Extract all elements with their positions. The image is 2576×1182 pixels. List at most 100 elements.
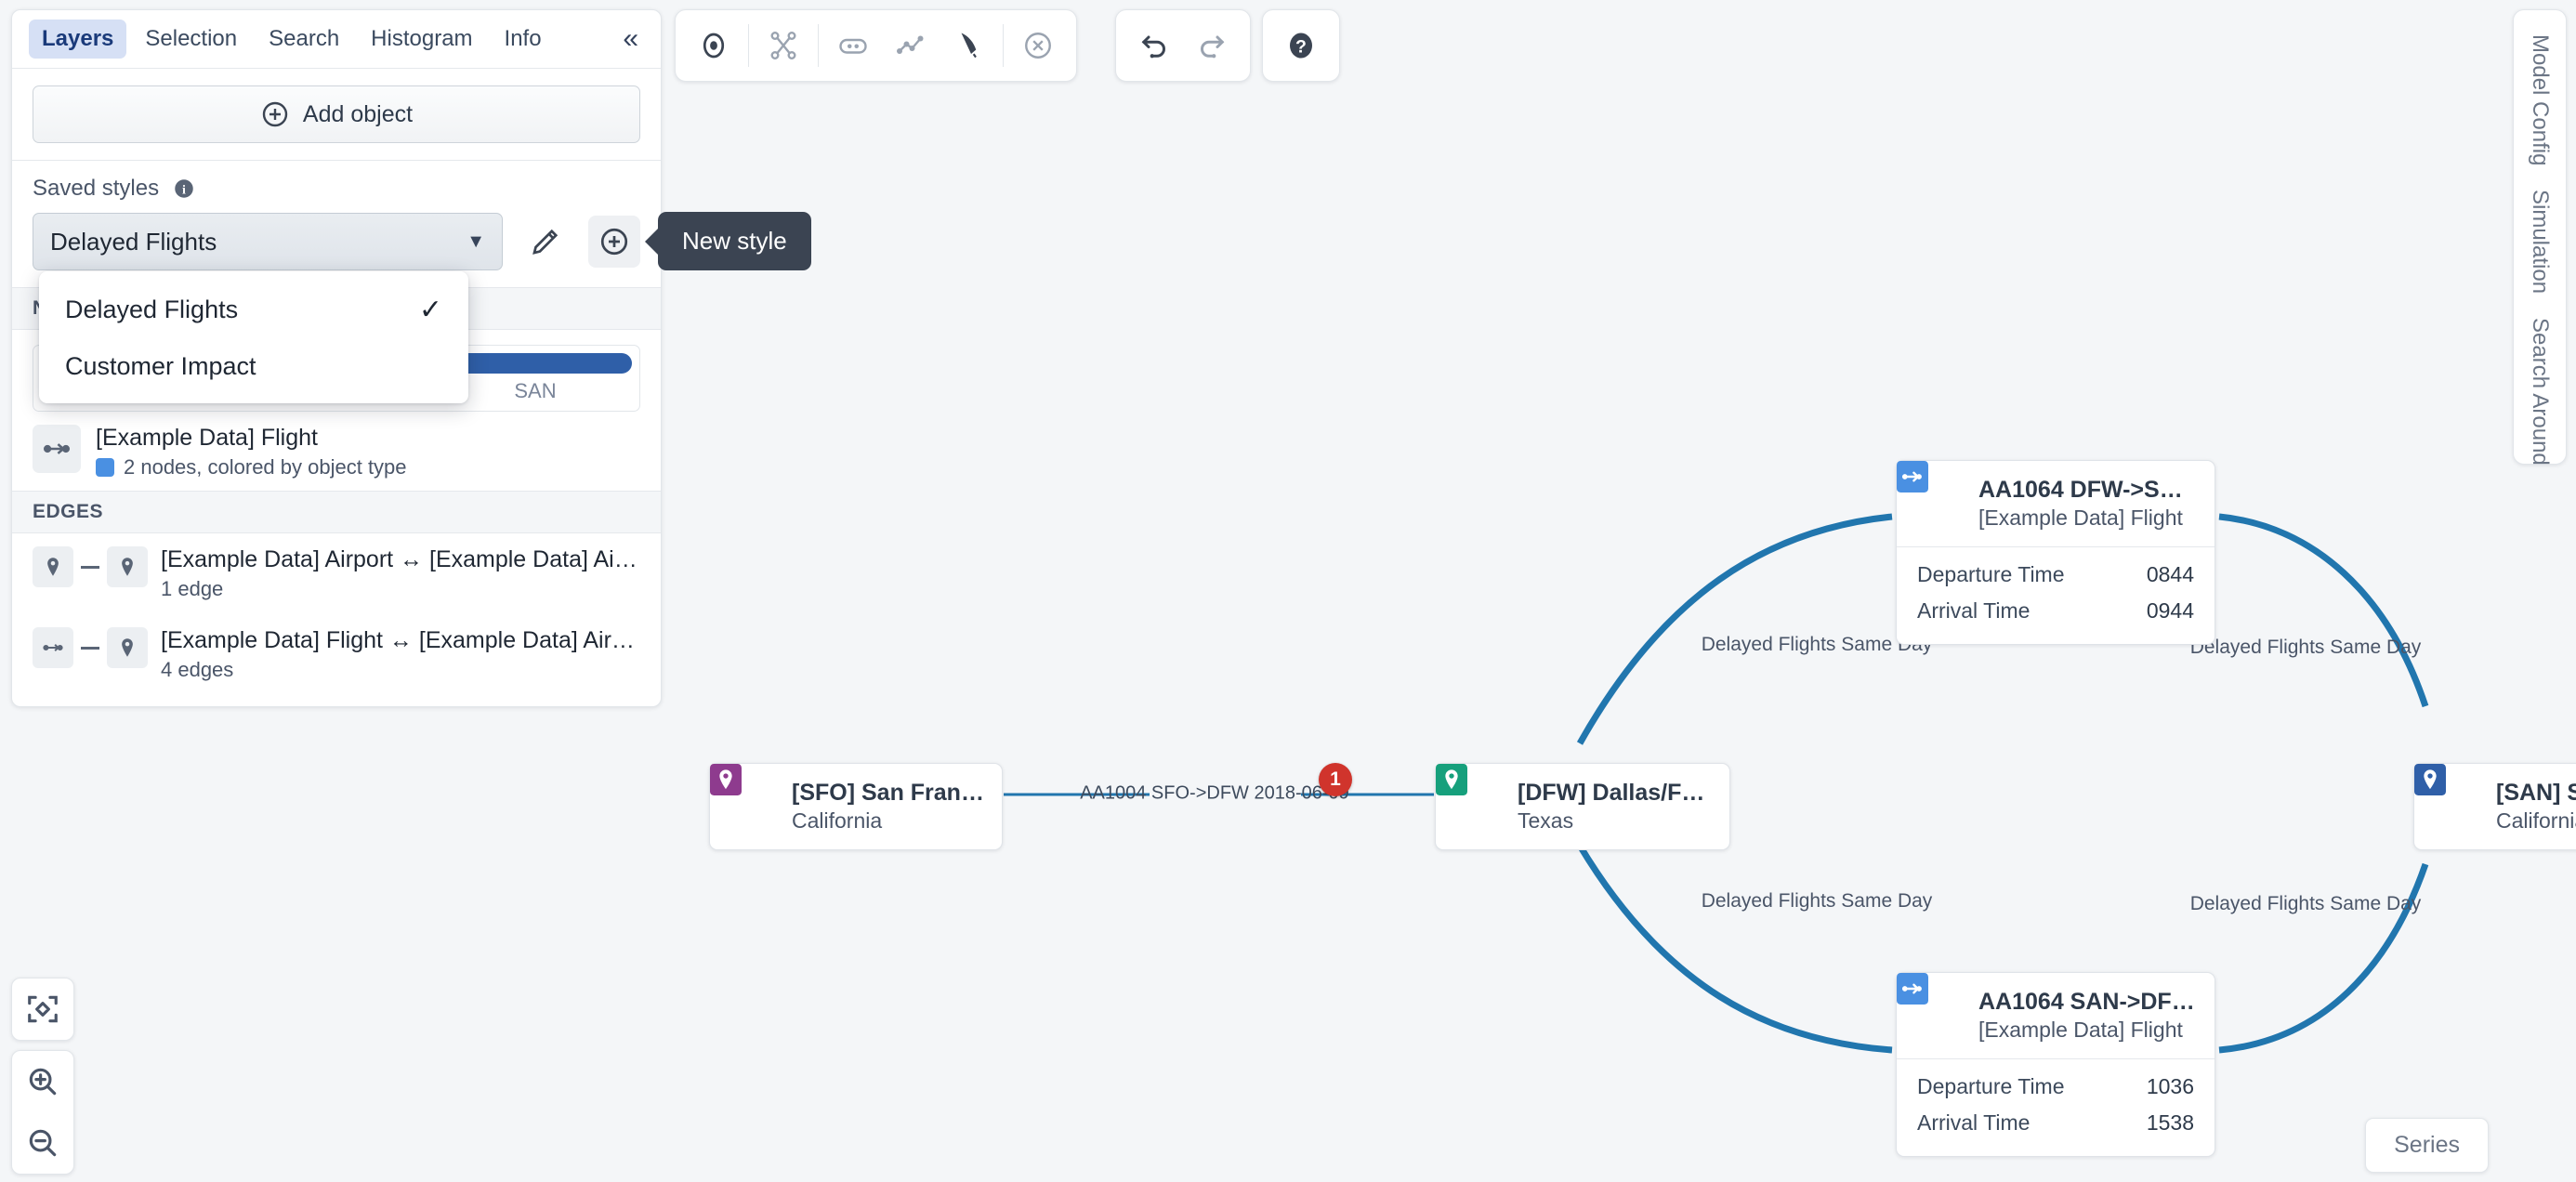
collapse-panel-button[interactable]: « [613, 21, 648, 57]
node-title: AA1064 DFW->SAN 2018… [1978, 477, 2198, 503]
edge-flight-bottom-to-san [2218, 862, 2429, 1054]
flight-node-card[interactable]: AA1064 SAN->DFW 2018… [Example Data] Flig… [1896, 972, 2215, 1157]
redo-button[interactable] [1183, 17, 1241, 74]
edge-count-badge[interactable]: 1 [1319, 763, 1352, 796]
node-properties: Departure Time 0844 Arrival Time 0944 [1897, 546, 2215, 644]
map-pin-icon [33, 546, 73, 587]
panel-tabs: Layers Selection Search Histogram Info « [12, 10, 661, 68]
property-value: 0944 [2146, 598, 2194, 623]
node-property-row: Departure Time 1036 [1917, 1069, 2194, 1105]
fit-to-screen-button[interactable] [12, 978, 73, 1040]
help-toolbar: ? [1262, 9, 1340, 82]
node-property-row: Arrival Time 0944 [1917, 593, 2194, 629]
airport-node-card[interactable]: [SAN] SanCalifornia [2413, 763, 2576, 850]
check-icon: ✓ [418, 295, 442, 325]
dropdown-option[interactable]: Delayed Flights ✓ [39, 281, 468, 339]
svg-text:?: ? [1295, 37, 1307, 58]
edges-section-header: EDGES [12, 491, 661, 533]
edge-layer-row[interactable]: [Example Data] Airport ↔ [Example Data] … [12, 533, 661, 614]
info-icon[interactable]: i [172, 177, 196, 201]
edge-label: Delayed Flights Same Day [2189, 893, 2422, 914]
edge-layer-text: [Example Data] Flight ↔ [Example Data] A… [161, 627, 635, 682]
property-label: Arrival Time [1917, 1110, 2031, 1135]
node-title: [SAN] San [2496, 780, 2576, 806]
zoom-controls-group [11, 1050, 74, 1175]
node-property-row: Arrival Time 1538 [1917, 1105, 2194, 1141]
new-style-tooltip: New style [658, 212, 811, 270]
select-tool-button[interactable] [685, 17, 743, 74]
plus-circle-icon [600, 228, 628, 256]
edge-layer-count: 1 edge [161, 577, 224, 600]
map-pin-icon [1436, 764, 1503, 832]
node-header: AA1064 DFW->SAN 2018… [Example Data] Flig… [1897, 461, 2215, 546]
node-subtitle: California [792, 808, 883, 833]
node-text: [SAN] SanCalifornia [2496, 780, 2576, 834]
dropdown-option-label: Customer Impact [65, 352, 256, 380]
zoom-out-button[interactable] [12, 1112, 73, 1174]
saved-style-value: Delayed Flights [50, 227, 217, 256]
right-sidebar-tabs: Model Config Simulation Search Around [2513, 9, 2567, 466]
pencil-icon [532, 229, 559, 255]
link-pair-tool-button[interactable] [824, 17, 882, 74]
saved-styles-section: Saved styles i Delayed Flights ▼ [12, 160, 661, 287]
edge-layer-title: [Example Data] Airport ↔ [Example Data] … [161, 546, 637, 572]
flight-icon [33, 627, 73, 668]
edge-dfw-to-flight-top [1576, 513, 1893, 745]
property-label: Departure Time [1917, 1074, 2065, 1098]
dropdown-option[interactable]: Customer Impact [39, 339, 468, 394]
edge-layer-text: [Example Data] Airport ↔ [Example Data] … [161, 546, 637, 601]
node-title: AA1064 SAN->DFW 2018… [1978, 989, 2198, 1015]
add-object-label: Add object [302, 100, 414, 127]
edit-style-button[interactable] [519, 216, 572, 268]
edge-connector-line [81, 646, 99, 650]
zoom-in-button[interactable] [12, 1051, 73, 1112]
map-pin-icon [2414, 764, 2481, 832]
edge-layer-row[interactable]: [Example Data] Flight ↔ [Example Data] A… [12, 614, 661, 695]
graph-tool-button[interactable] [882, 17, 940, 74]
property-value: 0844 [2146, 562, 2194, 586]
saved-styles-dropdown[interactable]: Delayed Flights ✓ Customer Impact [39, 271, 468, 403]
node-header: [SFO] San Francisco …California [710, 764, 1002, 849]
node-title: [DFW] Dallas/Fort W… [1518, 780, 1713, 806]
help-button[interactable]: ? [1272, 17, 1330, 74]
node-subtitle: Texas [1518, 808, 1574, 833]
dropdown-option-label: Delayed Flights [65, 296, 239, 323]
new-style-button[interactable] [588, 216, 640, 268]
undo-button[interactable] [1125, 17, 1183, 74]
node-layer-title: [Example Data] Flight [96, 425, 318, 451]
toolbar-divider [818, 24, 819, 67]
node-text: AA1064 DFW->SAN 2018… [Example Data] Flig… [1978, 477, 2198, 531]
right-tab-simulation[interactable]: Simulation [2527, 190, 2553, 294]
node-header: AA1064 SAN->DFW 2018… [Example Data] Flig… [1897, 973, 2215, 1058]
pen-tool-button[interactable] [940, 17, 997, 74]
tab-selection[interactable]: Selection [132, 20, 250, 59]
edge-dfw-to-flight-bottom [1576, 844, 1893, 1054]
clear-tool-button[interactable] [1009, 17, 1067, 74]
tab-search[interactable]: Search [256, 20, 352, 59]
fit-to-screen-group [11, 978, 74, 1041]
airport-node-card[interactable]: [SFO] San Francisco …California [709, 763, 1003, 850]
saved-style-select[interactable]: Delayed Flights ▼ [33, 213, 503, 270]
right-tab-search-around[interactable]: Search Around [2527, 318, 2553, 466]
add-object-button[interactable]: Add object [33, 85, 640, 143]
series-button[interactable]: Series [2365, 1118, 2489, 1173]
node-text: [DFW] Dallas/Fort W…Texas [1518, 780, 1713, 834]
node-subtitle: [Example Data] Flight [1978, 1018, 2183, 1042]
tab-layers[interactable]: Layers [29, 20, 127, 59]
edge-label: AA1004 SFO->DFW 2018-06-09 [1080, 782, 1349, 804]
edge-flight-top-to-san [2218, 513, 2429, 708]
right-tab-model-config[interactable]: Model Config [2527, 34, 2553, 165]
tab-histogram[interactable]: Histogram [358, 20, 485, 59]
plus-circle-icon [262, 101, 288, 127]
node-property-row: Departure Time 0844 [1917, 557, 2194, 593]
node-layer-row[interactable]: [Example Data] Flight 2 nodes, colored b… [33, 412, 640, 485]
map-pin-icon [107, 627, 148, 668]
edge-label: Delayed Flights Same Day [2189, 637, 2422, 658]
zoom-in-icon [29, 1068, 57, 1096]
flight-node-card[interactable]: AA1064 DFW->SAN 2018… [Example Data] Flig… [1896, 460, 2215, 645]
expand-network-tool-button[interactable] [755, 17, 812, 74]
tab-info[interactable]: Info [492, 20, 555, 59]
airport-node-card[interactable]: [DFW] Dallas/Fort W…Texas [1435, 763, 1730, 850]
edge-label: Delayed Flights Same Day [1701, 890, 1933, 912]
style-selector-row: Delayed Flights ▼ [33, 213, 640, 270]
